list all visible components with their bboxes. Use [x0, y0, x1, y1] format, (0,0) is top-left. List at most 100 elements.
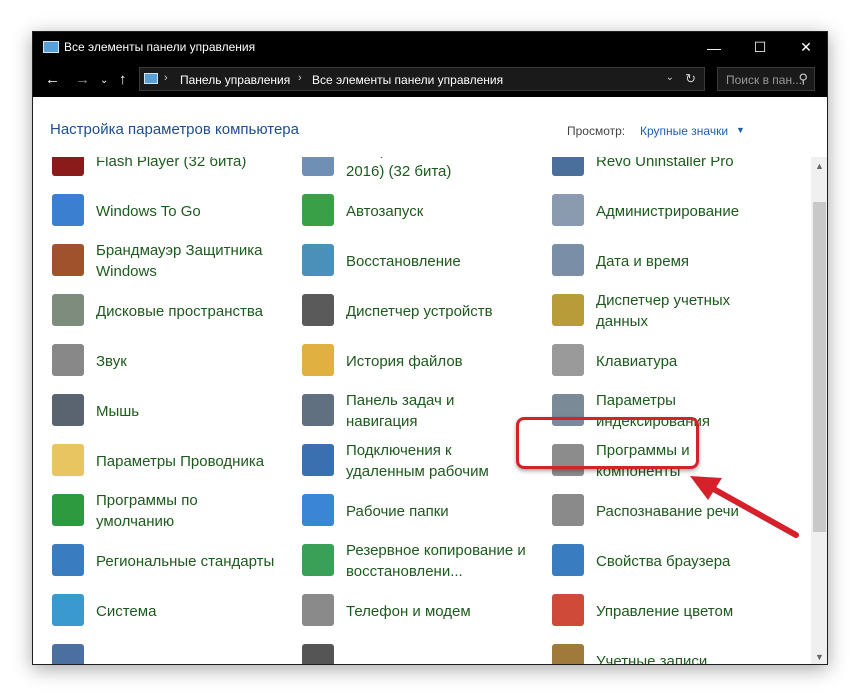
- item-label: Управление цветом: [596, 603, 734, 620]
- control-panel-item[interactable]: Подключения к удаленным рабочим: [302, 440, 542, 484]
- control-panel-item[interactable]: Учетные записи: [552, 640, 792, 665]
- item-label: Автозапуск: [346, 203, 424, 220]
- control-panel-item[interactable]: Параметры Проводника: [52, 440, 292, 484]
- autoplay-icon: [302, 194, 334, 226]
- control-panel-item[interactable]: Диспетчер учетных данных: [552, 290, 792, 334]
- scroll-down-icon[interactable]: ▼: [815, 652, 824, 662]
- item-label: Администрирование: [596, 203, 740, 220]
- scroll-up-icon[interactable]: ▲: [815, 161, 824, 171]
- address-dropdown-icon[interactable]: ⌄: [666, 72, 674, 83]
- view-mode-dropdown[interactable]: Крупные значки: [640, 124, 728, 138]
- breadcrumb-separator[interactable]: ›: [164, 72, 168, 84]
- breadcrumb-separator[interactable]: ›: [298, 72, 302, 84]
- view-label: Просмотр:: [567, 124, 626, 138]
- control-panel-item[interactable]: Брандмауэр Защитника Windows: [52, 240, 292, 284]
- control-panel-item[interactable]: Администрирование: [552, 190, 792, 234]
- control-panel-item[interactable]: Резервное копирование и восстановлени...: [302, 540, 542, 584]
- item-label: Диспетчер учетных данных: [596, 292, 731, 330]
- close-button[interactable]: ✕: [783, 32, 827, 63]
- control-panel-item[interactable]: Телефон и модем: [302, 590, 542, 634]
- control-panel-icon: [43, 41, 59, 53]
- item-label: Дисковые пространства: [96, 303, 264, 320]
- chevron-down-icon[interactable]: ▼: [736, 125, 745, 135]
- item-label: Система: [96, 603, 157, 620]
- control-panel-item[interactable]: Дата и время: [552, 240, 792, 284]
- control-panel-item[interactable]: [52, 640, 292, 664]
- title-bar: Все элементы панели управления — ☐ ✕: [33, 32, 827, 63]
- item-label: Региональные стандарты: [96, 553, 275, 570]
- item-label: Клавиатура: [596, 353, 678, 370]
- item-label: Flash Player (32 бита): [96, 157, 247, 170]
- mouse-icon: [52, 394, 84, 426]
- item-label: Звук: [96, 353, 127, 370]
- search-input[interactable]: Поиск в пан... ⚲: [717, 67, 815, 91]
- search-icon[interactable]: ⚲: [798, 71, 808, 87]
- control-panel-item[interactable]: Клавиатура: [552, 340, 792, 384]
- control-panel-item[interactable]: Распознавание речи: [552, 490, 792, 534]
- item-label: Параметры Проводника: [96, 453, 265, 470]
- control-panel-item[interactable]: Mail (Microsoft Outlook 2016) (32 бита): [302, 157, 542, 184]
- item-label: Программы по умолчанию: [96, 492, 198, 530]
- back-button[interactable]: ←: [45, 71, 60, 88]
- maximize-button[interactable]: ☐: [737, 32, 783, 63]
- control-panel-item[interactable]: Свойства браузера: [552, 540, 792, 584]
- forward-button[interactable]: →: [75, 71, 90, 88]
- usb-drive-icon: [52, 194, 84, 226]
- items-grid: Flash Player (32 бита) Mail (Microsoft Ou…: [33, 157, 811, 665]
- system-icon: [52, 594, 84, 626]
- microphone-icon: [552, 494, 584, 526]
- scrollbar-thumb[interactable]: [813, 202, 826, 532]
- control-panel-item[interactable]: Панель задач и навигация: [302, 390, 542, 434]
- refresh-icon[interactable]: ↻: [685, 71, 696, 87]
- control-panel-item[interactable]: Мышь: [52, 390, 292, 434]
- item-label: Учетные записи: [596, 653, 708, 665]
- firewall-icon: [52, 244, 84, 276]
- item-label: Диспетчер устройств: [346, 303, 493, 320]
- control-panel-item[interactable]: Дисковые пространства: [52, 290, 292, 334]
- control-panel-item[interactable]: История файлов: [302, 340, 542, 384]
- control-panel-item[interactable]: [302, 640, 542, 664]
- vertical-scrollbar[interactable]: ▲ ▼: [811, 157, 827, 664]
- window-title: Все элементы панели управления: [64, 40, 256, 54]
- recent-locations-button[interactable]: ⌄: [100, 75, 108, 86]
- datetime-icon: [552, 244, 584, 276]
- user-accounts-icon: [552, 644, 584, 664]
- item-label: Свойства браузера: [596, 553, 731, 570]
- control-panel-item[interactable]: Автозапуск: [302, 190, 542, 234]
- item-label: Mail (Microsoft Outlook 2016) (32 бита): [346, 157, 499, 180]
- item-label: Windows To Go: [96, 203, 201, 220]
- control-panel-item[interactable]: Программы по умолчанию: [52, 490, 292, 534]
- work-folders-icon: [302, 494, 334, 526]
- control-panel-item[interactable]: Windows To Go: [52, 190, 292, 234]
- item-label: История файлов: [346, 353, 463, 370]
- color-management-icon: [552, 594, 584, 626]
- control-panel-item[interactable]: Звук: [52, 340, 292, 384]
- control-panel-item[interactable]: Рабочие папки: [302, 490, 542, 534]
- minimize-button[interactable]: —: [691, 32, 737, 63]
- control-panel-item[interactable]: Диспетчер устройств: [302, 290, 542, 334]
- breadcrumb-control-panel[interactable]: Панель управления: [180, 73, 290, 87]
- sound-icon: [52, 344, 84, 376]
- remote-desktop-icon: [302, 444, 334, 476]
- control-panel-item[interactable]: Revo Uninstaller Pro: [552, 157, 792, 184]
- item-label: Рабочие папки: [346, 503, 449, 520]
- item-label: Резервное копирование и восстановлени...: [346, 542, 526, 580]
- control-panel-item[interactable]: Управление цветом: [552, 590, 792, 634]
- up-button[interactable]: ↑: [119, 71, 127, 88]
- control-panel-item[interactable]: Flash Player (32 бита): [52, 157, 292, 184]
- default-programs-icon: [52, 494, 84, 526]
- control-panel-item[interactable]: Система: [52, 590, 292, 634]
- keyboard-icon: [552, 344, 584, 376]
- mail-icon: [302, 157, 334, 176]
- file-history-icon: [302, 344, 334, 376]
- item-label: Восстановление: [346, 253, 461, 270]
- partial-icon: [52, 644, 84, 664]
- navigation-bar: ← → ⌄ ↑ › Панель управления › Все элемен…: [33, 63, 827, 97]
- control-panel-item[interactable]: Восстановление: [302, 240, 542, 284]
- partial-icon: [302, 644, 334, 664]
- address-bar[interactable]: › Панель управления › Все элементы панел…: [139, 67, 705, 91]
- control-panel-item[interactable]: Региональные стандарты: [52, 540, 292, 584]
- storage-spaces-icon: [52, 294, 84, 326]
- breadcrumb-all-items[interactable]: Все элементы панели управления: [312, 73, 503, 87]
- credential-icon: [552, 294, 584, 326]
